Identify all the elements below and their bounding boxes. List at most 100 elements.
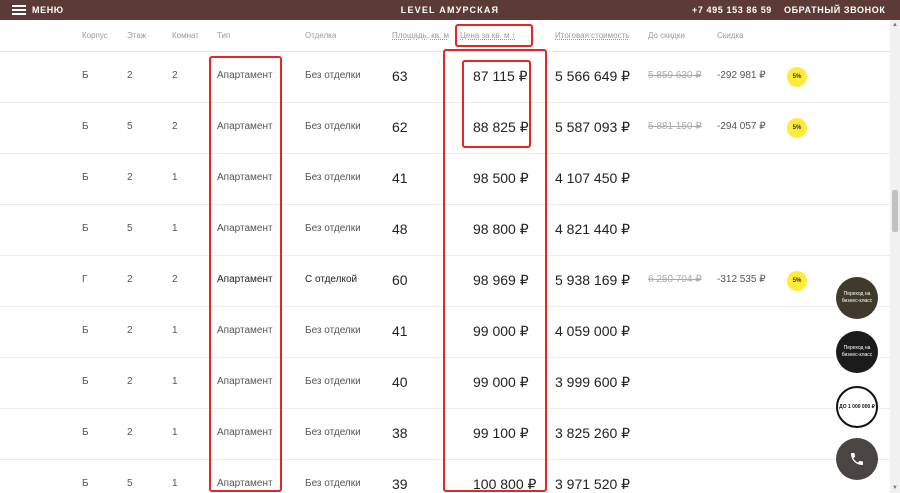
table-row[interactable]: Б 5 2 Апартамент Без отделки 62 88 825 ₽ 5 587 … — [0, 103, 890, 154]
cell-price-sqm: 88 825 ₽ — [473, 119, 529, 135]
cell-area: 48 — [392, 221, 408, 237]
cell-area: 41 — [392, 170, 408, 186]
cell-floor: 2 — [127, 172, 133, 183]
cell-area: 62 — [392, 119, 408, 135]
cell-floor: 2 — [127, 70, 133, 81]
cell-area: 38 — [392, 425, 408, 441]
cell-type: Апартамент — [217, 274, 273, 285]
cell-discount: -312 535 ₽ — [717, 274, 766, 285]
callback-button[interactable]: ОБРАТНЫЙ ЗВОНОК — [784, 5, 885, 15]
cell-price-sqm: 99 000 ₽ — [473, 374, 529, 390]
business-class-button-2[interactable]: Переход на бизнес-класс — [836, 331, 878, 373]
cell-rooms: 1 — [172, 376, 178, 387]
cell-rooms: 1 — [172, 427, 178, 438]
cell-rooms: 1 — [172, 223, 178, 234]
cell-finish: Без отделки — [305, 121, 361, 132]
discount-stamp-button[interactable]: ДО 1 000 000 ₽ — [836, 386, 878, 428]
cell-old-price: 5 881 150 ₽ — [648, 121, 702, 132]
cell-finish: Без отделки — [305, 427, 361, 438]
cell-floor: 2 — [127, 325, 133, 336]
call-button[interactable] — [836, 438, 878, 480]
cell-finish: С отделкой — [305, 274, 358, 285]
cell-building: Б — [82, 478, 89, 489]
cell-finish: Без отделки — [305, 376, 361, 387]
table-row[interactable]: Б 5 1 Апартамент Без отделки 39 100 800 ₽ 3 971… — [0, 460, 890, 493]
header-type: Тип — [217, 31, 231, 40]
cell-rooms: 2 — [172, 121, 178, 132]
cell-floor: 2 — [127, 274, 133, 285]
table-row[interactable]: Г 2 2 Апартамент С отделкой 60 98 969 ₽ 5 938 1… — [0, 256, 890, 307]
cell-old-price: 6 250 704 ₽ — [648, 274, 702, 285]
table-row[interactable]: Б 2 1 Апартамент Без отделки 40 99 000 ₽ 3 999 … — [0, 358, 890, 409]
cell-finish: Без отделки — [305, 478, 361, 489]
scroll-up-arrow-icon[interactable]: ▲ — [890, 20, 900, 30]
cell-price-sqm: 100 800 ₽ — [473, 476, 537, 492]
cell-discount: -294 057 ₽ — [717, 121, 766, 132]
cell-rooms: 1 — [172, 172, 178, 183]
cell-type: Апартамент — [217, 427, 273, 438]
cell-price-sqm: 98 800 ₽ — [473, 221, 529, 237]
cell-finish: Без отделки — [305, 70, 361, 81]
header-total[interactable]: Итоговая стоимость — [555, 31, 629, 40]
scrollbar-thumb[interactable] — [892, 190, 898, 232]
discount-badge: 5% — [787, 67, 807, 87]
header-area[interactable]: Площадь, кв. м — [392, 31, 449, 40]
table-row[interactable]: Б 2 1 Апартамент Без отделки 41 99 000 ₽ 4 059 … — [0, 307, 890, 358]
cell-price-sqm: 98 969 ₽ — [473, 272, 529, 288]
business-class-button[interactable]: Переход на бизнес-класс — [836, 277, 878, 319]
cell-type: Апартамент — [217, 325, 273, 336]
cell-rooms: 2 — [172, 70, 178, 81]
phone-link[interactable]: +7 495 153 86 59 — [692, 5, 772, 15]
scrollbar[interactable]: ▲ ▼ — [890, 20, 900, 493]
cell-rooms: 2 — [172, 274, 178, 285]
header-building: Корпус — [82, 31, 108, 40]
cell-building: Г — [82, 274, 88, 285]
cell-area: 40 — [392, 374, 408, 390]
cell-total: 5 587 093 ₽ — [555, 119, 631, 135]
cell-type: Апартамент — [217, 478, 273, 489]
cell-area: 63 — [392, 68, 408, 84]
table-row[interactable]: Б 2 1 Апартамент Без отделки 38 99 100 ₽ 3 825 … — [0, 409, 890, 460]
cell-total: 3 971 520 ₽ — [555, 476, 631, 492]
cell-floor: 2 — [127, 427, 133, 438]
cell-total: 3 825 260 ₽ — [555, 425, 631, 441]
cell-price-sqm: 99 100 ₽ — [473, 425, 529, 441]
table-row[interactable]: Б 2 1 Апартамент Без отделки 41 98 500 ₽ 4 107 … — [0, 154, 890, 205]
header-before-discount: До скидки — [648, 31, 685, 40]
cell-price-sqm: 87 115 ₽ — [473, 68, 528, 84]
cell-building: Б — [82, 172, 89, 183]
top-bar: МЕНЮ LEVEL АМУРСКАЯ +7 495 153 86 59 ОБР… — [0, 0, 900, 20]
phone-icon — [851, 453, 863, 465]
cell-price-sqm: 98 500 ₽ — [473, 170, 529, 186]
cell-price-sqm: 99 000 ₽ — [473, 323, 529, 339]
cell-total: 3 999 600 ₽ — [555, 374, 631, 390]
discount-badge: 5% — [787, 118, 807, 138]
table-row[interactable]: Б 2 2 Апартамент Без отделки 63 87 115 ₽ 5 566 … — [0, 52, 890, 103]
cell-type: Апартамент — [217, 223, 273, 234]
cell-floor: 5 — [127, 121, 133, 132]
cell-type: Апартамент — [217, 121, 273, 132]
cell-rooms: 1 — [172, 325, 178, 336]
cell-building: Б — [82, 376, 89, 387]
table-row[interactable]: Б 5 1 Апартамент Без отделки 48 98 800 ₽ 4 821 … — [0, 205, 890, 256]
cell-area: 41 — [392, 323, 408, 339]
cell-floor: 5 — [127, 223, 133, 234]
cell-building: Б — [82, 70, 89, 81]
cell-type: Апартамент — [217, 376, 273, 387]
header-price-sqm[interactable]: Цена за кв. м ↑ — [460, 31, 516, 40]
table-header: Корпус Этаж Комнат Тип Отделка Площадь, … — [0, 20, 890, 52]
cell-total: 5 938 169 ₽ — [555, 272, 631, 288]
cell-area: 39 — [392, 476, 408, 492]
cell-building: Б — [82, 427, 89, 438]
scroll-down-arrow-icon[interactable]: ▼ — [890, 483, 900, 493]
cell-finish: Без отделки — [305, 325, 361, 336]
cell-old-price: 5 859 630 ₽ — [648, 70, 702, 81]
header-floor: Этаж — [127, 31, 147, 40]
cell-total: 5 566 649 ₽ — [555, 68, 631, 84]
cell-type: Апартамент — [217, 70, 273, 81]
cell-building: Б — [82, 325, 89, 336]
cell-rooms: 1 — [172, 478, 178, 489]
cell-building: Б — [82, 121, 89, 132]
header-rooms: Комнат — [172, 31, 199, 40]
cell-area: 60 — [392, 272, 408, 288]
